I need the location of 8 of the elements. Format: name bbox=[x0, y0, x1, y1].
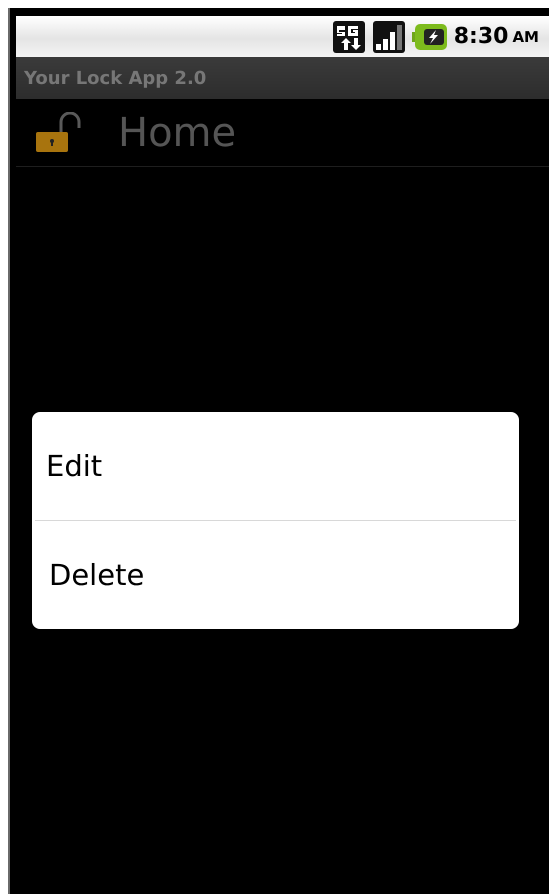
signal-icon bbox=[372, 20, 406, 54]
app-title: Your Lock App 2.0 bbox=[24, 68, 206, 88]
menu-item[interactable]: Edit bbox=[32, 412, 519, 520]
screen-title: Home bbox=[118, 110, 236, 156]
clock-time: 8:30 bbox=[454, 24, 508, 49]
menu-item[interactable]: Delete bbox=[35, 520, 516, 629]
charging-battery-icon bbox=[412, 22, 448, 50]
clock-period: AM bbox=[512, 28, 539, 46]
